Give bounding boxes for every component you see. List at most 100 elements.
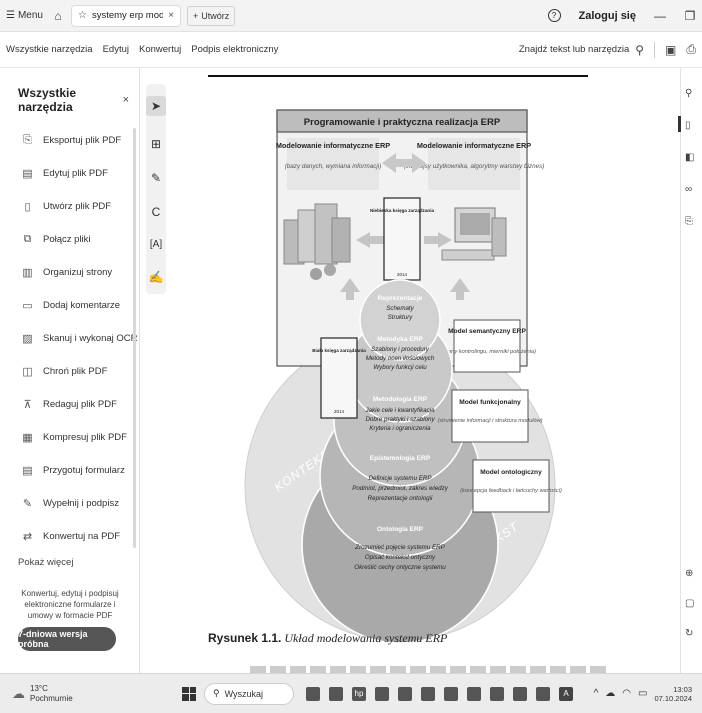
tool-redact-pdf[interactable]: ⊼ Redaguj plik PDF [0,388,139,421]
store-icon[interactable] [444,686,458,701]
login-button[interactable]: Zaloguj się [579,10,636,22]
modeling-ui-subtitle: (interfejsy użytkownika, algorytmy warst… [404,163,545,170]
scan-ocr-icon: ▨ [22,333,33,345]
hp-app-icon[interactable]: hp [352,686,366,701]
chevron-up-icon[interactable]: ^ [594,688,599,699]
search-icon[interactable]: ⚲ [685,88,692,99]
tool-export-pdf[interactable]: ⎘ Eksportuj plik PDF [0,124,139,157]
browser-icon[interactable] [398,686,412,701]
search-tools[interactable]: Znajdź tekst lub narzędzia ⚲ [519,43,644,57]
promo-text: Konwertuj, edytuj i podpisuj elektronicz… [21,589,119,620]
trial-button[interactable]: 7-dniowa wersja próbna [18,627,116,651]
figure-caption: Rysunek 1.1. Układ modelowania systemu E… [208,631,447,646]
tool-create-pdf[interactable]: ▯ Utwórz plik PDF [0,190,139,223]
star-icon[interactable]: ☆ [78,10,87,21]
toolbar-esign[interactable]: Podpis elektroniczny [191,44,278,55]
comment-icon: ▭ [22,300,33,312]
home-icon[interactable]: ⌂ [49,9,67,23]
protect-pdf-icon: ◫ [22,366,33,378]
tool-add-comments[interactable]: ▭ Dodaj komentarze [0,289,139,322]
tool-organize-pages[interactable]: ▥ Organizuj strony [0,256,139,289]
acrobat-icon[interactable]: A [559,686,573,701]
export-pdf-icon: ⎘ [23,134,32,146]
modeling-db-subtitle: (bazy danych, wymiana informacji) [285,163,382,170]
battery-icon[interactable]: ▭ [638,688,647,699]
restore-icon[interactable]: ❐ [684,9,696,23]
layer-line: Reprezentacje ontologii [368,495,433,502]
close-tab-icon[interactable]: × [168,10,174,21]
rotate-icon[interactable]: ↻ [685,628,693,639]
tool-compress-pdf[interactable]: ▦ Kompresuj plik PDF [0,421,139,454]
calculator-icon[interactable] [467,686,481,701]
tool-fill-sign[interactable]: ✎ Wypełnij i podpisz [0,487,139,520]
tool-protect-pdf[interactable]: ◫ Chroń plik PDF [0,355,139,388]
fit-page-icon[interactable]: ▢ [685,598,694,609]
zoom-in-icon[interactable]: ⊕ [685,568,693,579]
tool-prepare-form[interactable]: ▤ Przygotuj formularz [0,454,139,487]
ontological-model-box [472,459,550,513]
save-icon[interactable]: ▣ [665,43,676,57]
panel-scrollbar[interactable] [133,128,136,548]
toolbar-all-tools[interactable]: Wszystkie narzędzia [6,44,93,55]
clock[interactable]: 13:03 07.10.2024 [654,685,692,703]
weather-widget[interactable]: ☁ 13°C Pochmurnie [0,684,160,704]
weather-status: Pochmurnie [30,693,73,703]
tab-label: systemy erp modelow... [91,10,164,21]
wifi-icon[interactable]: ◠ [622,688,631,699]
edge-icon[interactable] [421,686,435,701]
add-comment-icon[interactable]: ⊞ [146,134,166,154]
layer-line: Określić cechy ontyczne systemu [354,564,446,571]
task-view-icon[interactable] [306,686,320,701]
quick-tools-strip: ➤ ⊞ ✎ C [A] ✍ [146,84,166,294]
layer-line: Wybory funkcji celu [373,364,427,371]
tool-combine-files[interactable]: ⧉ Połącz pliki [0,223,139,256]
draw-curve-icon[interactable]: C [146,202,166,222]
tool-convert-pdf[interactable]: ⇄ Konwertuj na PDF [0,520,139,553]
show-more-link[interactable]: Pokaż więcej [0,557,139,568]
blue-book-year: 2014 [397,272,408,277]
files-icon[interactable] [490,686,504,701]
media-icon[interactable] [536,686,550,701]
taskbar-search[interactable]: ⚲ Wyszukaj [204,682,294,705]
pages-icon[interactable]: ◧ [685,152,694,163]
start-button[interactable] [182,686,196,701]
search-tools-label: Znajdź tekst lub narzędzia [518,44,630,55]
tool-label: Chroń plik PDF [43,366,108,377]
document-view[interactable]: KONTEKST KONTEKST Programowanie i prakty… [170,68,680,673]
white-book-year: 2014 [334,409,345,414]
layer-title-methodology: Metodologia ERP [373,396,428,403]
cloud-sync-icon[interactable]: ☁ [605,688,615,699]
menu-button[interactable]: ☰ Menu [0,10,49,21]
edit-pdf-icon: ▤ [22,168,33,180]
app-icon[interactable] [375,686,389,701]
caption-text: Układ modelowania systemu ERP [284,631,448,645]
document-tab[interactable]: ☆ systemy erp modelow... × [70,4,181,27]
widgets-icon[interactable] [329,686,343,701]
select-cursor-icon[interactable]: ➤ [146,96,166,116]
document-scrollbar[interactable] [678,116,681,132]
close-panel-icon[interactable]: × [123,94,129,106]
text-box-icon[interactable]: [A] [146,234,166,254]
link-icon[interactable]: ∞ [685,184,692,195]
prepare-form-icon: ▤ [22,465,33,477]
tool-scan-ocr[interactable]: ▨ Skanuj i wykonaj OCR [0,322,139,355]
help-icon[interactable]: ? [547,9,561,22]
highlight-pen-icon[interactable]: ✎ [146,168,166,188]
minimize-icon[interactable]: — [654,9,666,23]
tool-edit-pdf[interactable]: ▤ Edytuj plik PDF [0,157,139,190]
search-icon: ⚲ [213,688,220,698]
notes-icon[interactable] [513,686,527,701]
toolbar-convert[interactable]: Konwertuj [139,44,181,55]
bookmark-icon[interactable]: ▯ [685,120,691,131]
layer-line: Definicje systemu ERP [369,475,433,482]
new-tab-button[interactable]: + Utwórz [186,5,236,26]
menu-label: Menu [17,10,43,21]
toolbar-edit[interactable]: Edytuj [103,44,129,55]
layer-line: Metody ocen ilościowych [366,355,435,362]
print-icon[interactable]: ⎙ [686,42,696,57]
new-tab-label: Utwórz [201,10,230,21]
search-icon: ⚲ [635,42,645,57]
taskbar-search-label: Wyszukaj [224,688,264,699]
attachment-icon[interactable]: ⎘ [685,216,693,227]
sign-icon[interactable]: ✍ [146,267,166,287]
